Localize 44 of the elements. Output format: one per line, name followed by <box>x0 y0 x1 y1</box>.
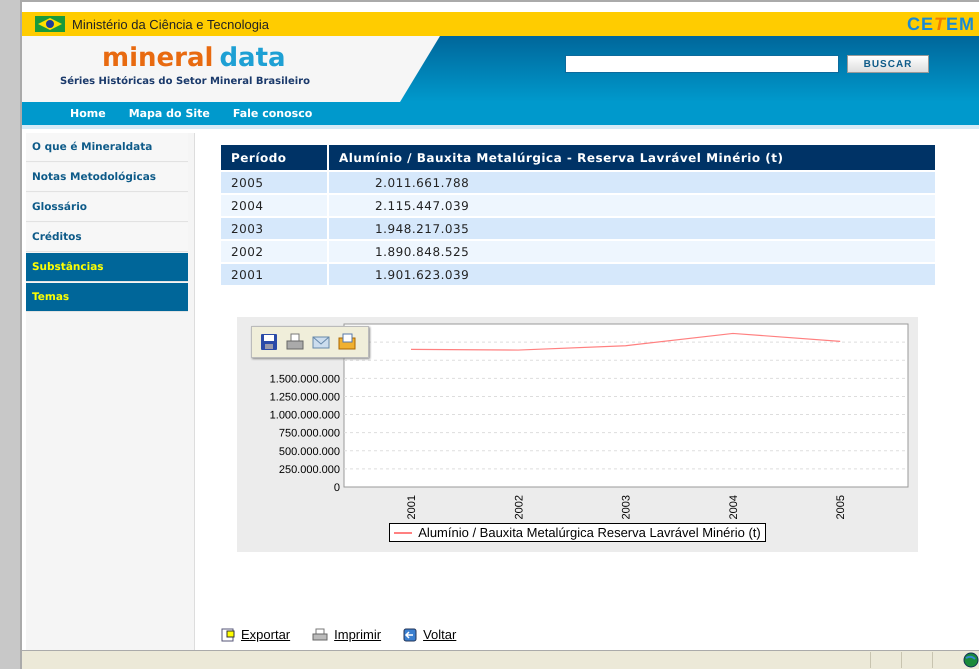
axis-tick-label: 1.250.000.000 <box>270 391 340 404</box>
axis-tick-label: 2003 <box>620 495 633 520</box>
table-cell: 2.011.661.788 <box>329 172 935 193</box>
axis-tick-label: 250.000.000 <box>278 464 340 476</box>
footer-link[interactable]: Imprimir <box>312 627 382 642</box>
search-field[interactable] <box>565 55 839 73</box>
site-tagline: Séries Históricas do Setor Mineral Brasileiro <box>60 76 310 87</box>
sidebar-item[interactable]: Temas <box>26 283 188 312</box>
table-cell: 2001 <box>221 264 327 285</box>
search-button[interactable]: BUSCAR <box>847 55 929 73</box>
table-cell: 2005 <box>221 172 327 193</box>
axis-tick-label: 750.000.000 <box>278 428 340 440</box>
column-header: Período <box>221 145 327 170</box>
axis-tick-label: 0 <box>334 482 340 494</box>
table-cell: 2.115.447.039 <box>329 195 935 216</box>
axis-tick-label: 2001 <box>406 495 418 520</box>
axis-tick-label: 500.000.000 <box>278 446 340 458</box>
printer-icon <box>312 628 328 642</box>
sidebar-item[interactable]: Substâncias <box>26 253 188 282</box>
printer-icon[interactable] <box>286 333 304 351</box>
axis-tick-label: 1.500.000.000 <box>270 373 340 386</box>
footer-link[interactable]: Exportar <box>221 627 290 642</box>
save-icon[interactable] <box>260 333 278 351</box>
column-header: Alumínio / Bauxita Metalúrgica - Reserva Lavrável Minério (t) <box>329 145 935 170</box>
table-cell: 2003 <box>221 218 327 239</box>
table-cell: 1.948.217.035 <box>329 218 935 239</box>
ministry-title: Ministério da Ciência e Tecnologia <box>72 16 270 32</box>
axis-tick-label: 2005 <box>835 495 848 520</box>
table-cell: 1.890.848.525 <box>329 241 935 262</box>
axis-tick-label: 1.000.000.000 <box>270 410 340 422</box>
table-cell: 2004 <box>221 195 327 216</box>
table-cell: 1.901.623.039 <box>329 264 935 285</box>
axis-tick-label: 2004 <box>728 495 740 520</box>
legend-line-icon <box>394 532 412 534</box>
site-logo: mineral data <box>102 44 286 72</box>
flag-icon <box>34 14 66 34</box>
globe-icon <box>963 652 979 668</box>
print-preview-icon[interactable] <box>338 333 356 351</box>
table-cell: 2002 <box>221 241 327 262</box>
brand-logo: CETEM <box>906 14 975 34</box>
export-icon <box>221 628 235 642</box>
axis-tick-label: 2002 <box>513 495 526 520</box>
legend-label: Alumínio / Bauxita Metalúrgica Reserva Lavrável Minério (t) <box>418 525 761 540</box>
footer-link[interactable]: Voltar <box>403 627 456 642</box>
